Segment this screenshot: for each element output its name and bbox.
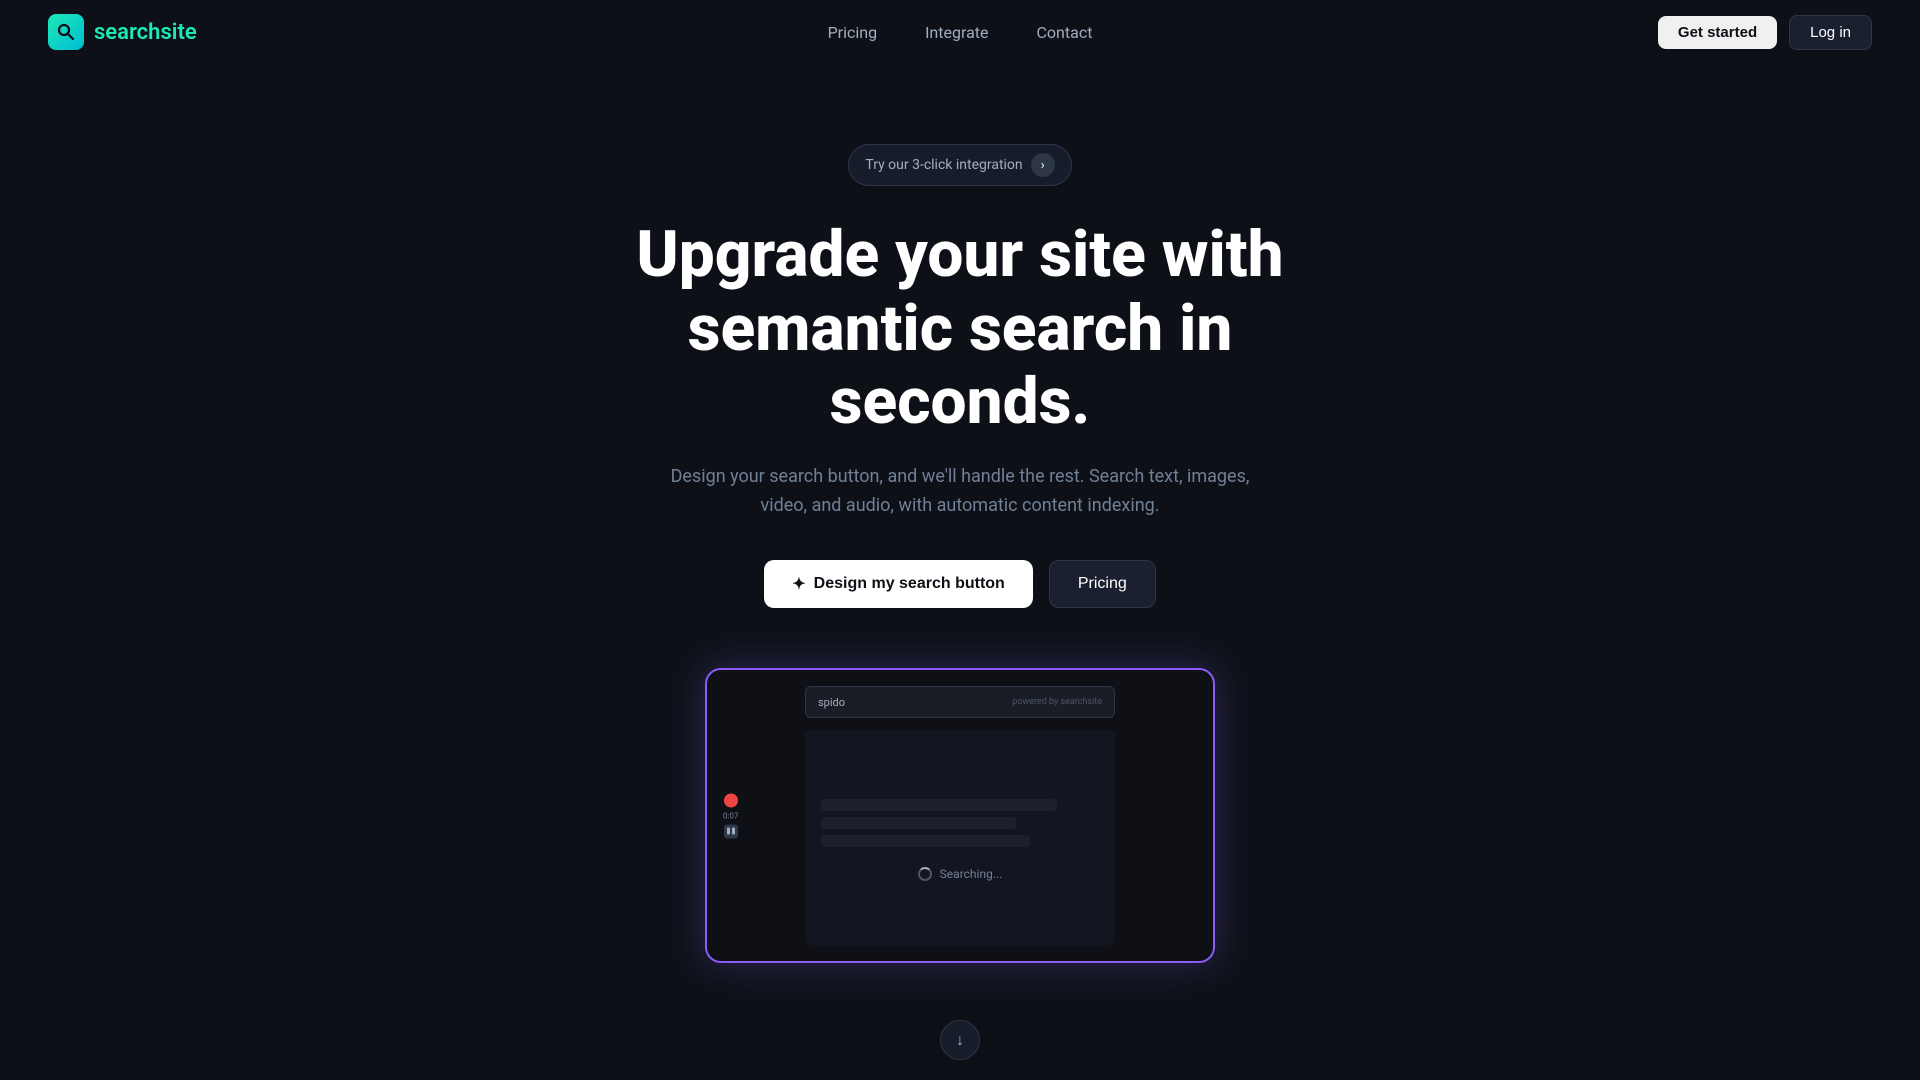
nav-link-integrate[interactable]: Integrate [925,23,988,42]
pause-bar-right [732,828,735,835]
rec-pause-button [724,824,738,838]
pause-bar-left [727,828,730,835]
nav-link-contact[interactable]: Contact [1037,23,1093,42]
hero-subtitle: Design your search button, and we'll han… [660,463,1260,521]
demo-content-area: Searching... [805,730,1115,945]
demo-search-input-text: spido [818,696,845,709]
searching-text: Searching... [940,867,1003,881]
result-row-2 [821,817,1016,829]
searching-indicator: Searching... [918,867,1003,881]
rec-time: 0:07 [723,811,738,820]
integration-badge[interactable]: Try our 3-click integration › [848,144,1071,186]
badge-text: Try our 3-click integration [865,157,1022,173]
nav-actions: Get started Log in [1658,15,1872,50]
badge-arrow-icon: › [1031,153,1055,177]
nav-link-pricing[interactable]: Pricing [828,23,878,42]
demo-results [821,795,1099,851]
recording-indicator: 0:07 [723,793,738,838]
logo-text: searchsite [94,20,197,45]
hero-buttons: ✦ Design my search button Pricing [764,560,1155,608]
sparkle-icon: ✦ [792,574,805,594]
result-row-3 [821,835,1030,847]
logo-icon [48,14,84,50]
demo-powered-text: powered by searchsite [1012,697,1102,707]
hero-section: Try our 3-click integration › Upgrade yo… [0,64,1920,963]
login-button[interactable]: Log in [1789,15,1872,50]
demo-window: 0:07 spido powered by searchsite [705,668,1215,963]
scroll-icon: ↓ [956,1030,964,1050]
result-row-1 [821,799,1057,811]
navbar: searchsite Pricing Integrate Contact Get… [0,0,1920,64]
design-search-button[interactable]: ✦ Design my search button [764,560,1033,608]
get-started-button[interactable]: Get started [1658,16,1777,49]
nav-links: Pricing Integrate Contact [828,23,1093,42]
demo-search-bar: spido powered by searchsite [805,686,1115,718]
hero-title: Upgrade your site with semantic search i… [560,218,1360,439]
logo-area: searchsite [48,14,197,50]
pricing-button[interactable]: Pricing [1049,560,1156,608]
scroll-indicator[interactable]: ↓ [940,1020,980,1060]
loading-spinner [918,867,932,881]
rec-dot [724,793,738,807]
demo-inner: 0:07 spido powered by searchsite [707,670,1213,961]
